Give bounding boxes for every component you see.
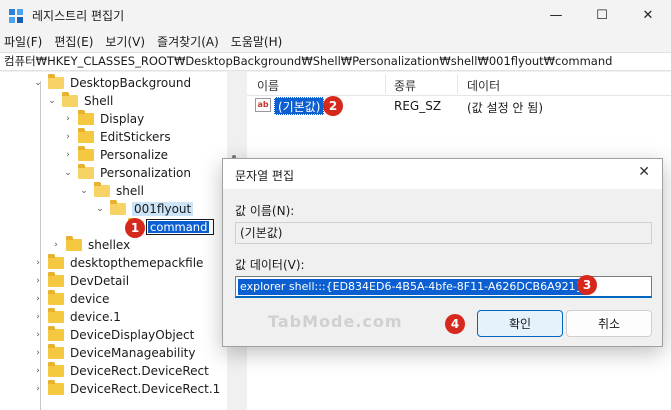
chevron-right-icon[interactable]: › xyxy=(32,258,44,268)
folder-open-icon xyxy=(110,200,126,215)
menu-edit[interactable]: 편집(E) xyxy=(54,33,93,50)
tree-item-devdetail[interactable]: › DevDetail xyxy=(32,272,129,290)
column-divider[interactable] xyxy=(385,74,386,94)
folder-icon xyxy=(48,290,64,305)
folder-open-icon xyxy=(78,164,94,179)
rename-key-input[interactable]: command xyxy=(146,219,214,235)
maximize-icon: ☐ xyxy=(596,8,608,23)
tree-item-editstickers[interactable]: › EditStickers xyxy=(62,128,171,146)
close-button[interactable]: ✕ xyxy=(625,0,671,31)
folder-icon xyxy=(78,110,94,125)
chevron-right-icon[interactable]: › xyxy=(32,330,44,340)
list-header: 이름 종류 데이터 xyxy=(247,72,671,96)
column-data[interactable]: 데이터 xyxy=(467,77,500,94)
maximize-button[interactable]: ☐ xyxy=(579,0,625,31)
folder-open-icon xyxy=(48,74,64,89)
value-name-field: (기본값) xyxy=(235,222,652,244)
address-bar[interactable]: 컴퓨터₩HKEY_CLASSES_ROOT₩DesktopBackground₩… xyxy=(0,52,671,71)
value-name-label: 값 이름(N): xyxy=(235,204,295,218)
chevron-right-icon[interactable]: › xyxy=(32,366,44,376)
step-badge-4: 4 xyxy=(445,314,465,334)
tree-item-device[interactable]: › device xyxy=(32,290,109,308)
menu-file[interactable]: 파일(F) xyxy=(4,33,42,50)
tree-item-shell[interactable]: ⌄ Shell xyxy=(46,92,113,110)
tree-item-display[interactable]: › Display xyxy=(62,110,144,128)
minimize-button[interactable]: — xyxy=(533,0,579,31)
value-name: (기본값) xyxy=(274,97,325,115)
step-badge-3: 3 xyxy=(577,275,597,295)
folder-icon xyxy=(48,344,64,359)
chevron-right-icon[interactable]: › xyxy=(62,150,74,160)
tree-item-devicemanageability[interactable]: › DeviceManageability xyxy=(32,344,195,362)
chevron-down-icon[interactable]: ⌄ xyxy=(78,186,90,196)
value-type: REG_SZ xyxy=(394,99,442,113)
dialog-title-bar: 문자열 편집 ✕ xyxy=(223,159,662,189)
tree-item-desktopthemepackfile[interactable]: › desktopthemepackfile xyxy=(32,254,203,272)
chevron-right-icon[interactable]: › xyxy=(32,294,44,304)
step-badge-1: 1 xyxy=(125,218,145,238)
chevron-right-icon[interactable]: › xyxy=(32,384,44,394)
value-data: (값 설정 안 됨) xyxy=(467,101,544,115)
menu-help[interactable]: 도움말(H) xyxy=(231,33,283,50)
list-item[interactable]: ab (기본값) REG_SZ (값 설정 안 됨) xyxy=(247,96,671,116)
ok-button[interactable]: 확인 xyxy=(477,310,563,337)
window-title: 레지스트리 편집기 xyxy=(32,9,125,23)
folder-icon xyxy=(48,326,64,341)
menu-bar: 파일(F) 편집(E) 보기(V) 즐겨찾기(A) 도움말(H) xyxy=(0,31,671,52)
folder-icon xyxy=(78,128,94,143)
folder-open-icon xyxy=(62,92,78,107)
step-badge-2: 2 xyxy=(323,96,343,116)
folder-icon xyxy=(48,308,64,323)
folder-icon xyxy=(48,380,64,395)
title-bar: 레지스트리 편집기 — ☐ ✕ xyxy=(0,0,671,31)
column-name[interactable]: 이름 xyxy=(257,77,279,94)
tree-item-devicerect[interactable]: › DeviceRect.DeviceRect xyxy=(32,362,209,380)
column-divider[interactable] xyxy=(457,74,458,94)
value-data-label: 값 데이터(V): xyxy=(235,258,305,272)
folder-icon xyxy=(66,236,82,251)
chevron-right-icon[interactable]: › xyxy=(32,276,44,286)
watermark: TabMode.com xyxy=(268,312,403,331)
column-type[interactable]: 종류 xyxy=(394,77,416,94)
chevron-right-icon[interactable]: › xyxy=(62,114,74,124)
chevron-down-icon[interactable]: ⌄ xyxy=(94,204,106,214)
folder-icon xyxy=(48,254,64,269)
close-icon: ✕ xyxy=(642,8,654,23)
chevron-down-icon[interactable]: ⌄ xyxy=(32,78,44,88)
folder-icon xyxy=(48,362,64,377)
tree-item-personalize[interactable]: › Personalize xyxy=(62,146,168,164)
cancel-button[interactable]: 취소 xyxy=(566,310,652,337)
tree-item-personalization[interactable]: ⌄ Personalization xyxy=(62,164,191,182)
string-value-icon: ab xyxy=(255,98,271,112)
tree-item-devicerect-1[interactable]: › DeviceRect.DeviceRect.1 xyxy=(32,380,220,398)
chevron-down-icon[interactable]: ⌄ xyxy=(62,168,74,178)
folder-open-icon xyxy=(94,182,110,197)
folder-icon xyxy=(78,146,94,161)
chevron-right-icon[interactable]: › xyxy=(50,240,62,250)
dialog-title: 문자열 편집 xyxy=(235,169,295,183)
chevron-right-icon[interactable]: › xyxy=(32,312,44,322)
key-tree: ⌄ DesktopBackground ⌄ Shell › Display › … xyxy=(0,72,227,410)
tree-item-device-1[interactable]: › device.1 xyxy=(32,308,121,326)
tree-item-shell-sub[interactable]: ⌄ shell xyxy=(78,182,144,200)
registry-editor-icon xyxy=(8,8,24,24)
tree-item-shellex[interactable]: › shellex xyxy=(50,236,130,254)
folder-icon xyxy=(48,272,64,287)
tree-item-001flyout[interactable]: ⌄ 001flyout xyxy=(94,200,194,218)
chevron-down-icon[interactable]: ⌄ xyxy=(46,96,58,106)
dialog-close-icon[interactable]: ✕ xyxy=(638,164,650,180)
tree-item-devicedisplayobject[interactable]: › DeviceDisplayObject xyxy=(32,326,194,344)
menu-favorites[interactable]: 즐겨찾기(A) xyxy=(157,33,219,50)
chevron-right-icon[interactable]: › xyxy=(32,348,44,358)
tree-item-desktopbackground[interactable]: ⌄ DesktopBackground xyxy=(32,74,191,92)
menu-view[interactable]: 보기(V) xyxy=(105,33,145,50)
chevron-right-icon[interactable]: › xyxy=(62,132,74,142)
minimize-icon: — xyxy=(549,8,563,23)
